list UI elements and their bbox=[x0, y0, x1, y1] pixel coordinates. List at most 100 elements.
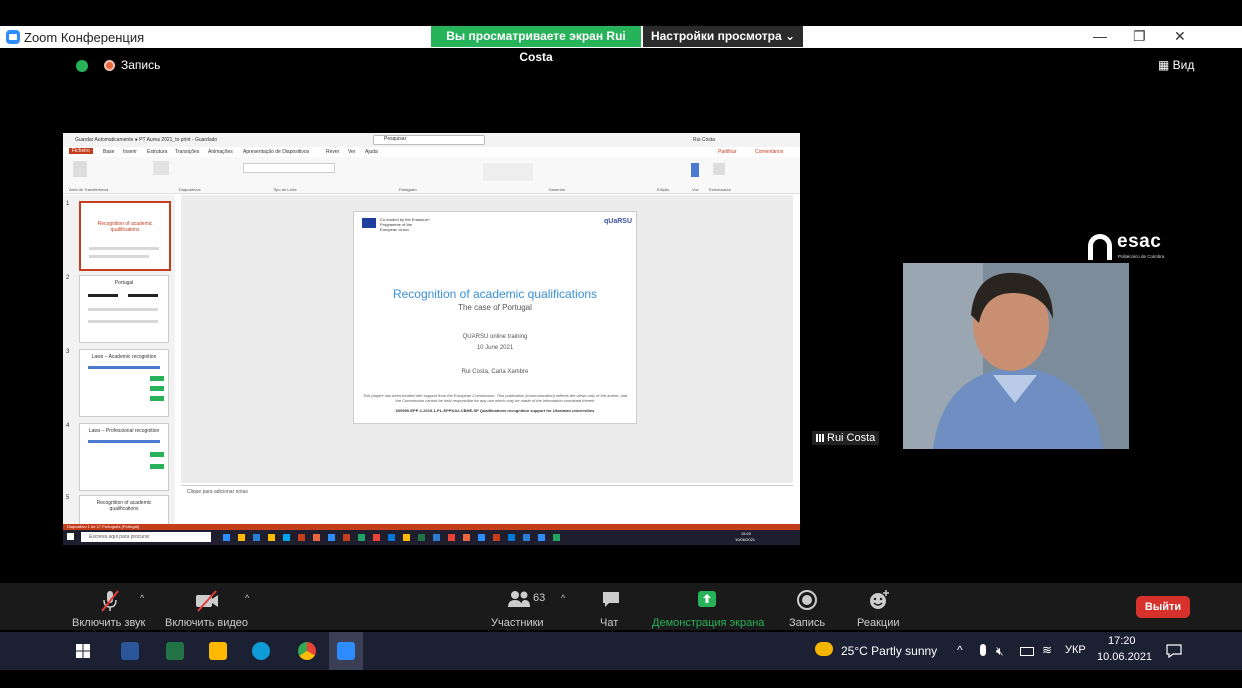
excel-app-icon[interactable] bbox=[166, 642, 184, 660]
slide-disclaimer: This project has been funded with suppor… bbox=[362, 393, 628, 403]
ribbon-group-label: Desenho bbox=[549, 187, 566, 192]
thumb-number: 3 bbox=[66, 349, 70, 355]
reactions-icon[interactable] bbox=[868, 589, 890, 611]
start-video-button[interactable]: Включить видео bbox=[165, 617, 248, 629]
minimize-button[interactable]: — bbox=[1093, 28, 1107, 44]
tray-chevron-icon[interactable]: ^ bbox=[957, 643, 963, 657]
participants-count: 63 bbox=[533, 592, 546, 604]
slide-thumbnail[interactable]: Portugal bbox=[79, 275, 169, 343]
shapes-gallery[interactable] bbox=[483, 163, 533, 181]
current-slide[interactable]: Co-funded by the Erasmus+ Programme of t… bbox=[353, 211, 637, 424]
slide-thumbnail[interactable]: Laws – Professional recognition bbox=[79, 423, 169, 491]
ppt-menu-base[interactable]: Base bbox=[103, 149, 114, 155]
record-icon[interactable] bbox=[796, 589, 818, 611]
view-settings-button[interactable]: Настройки просмотра ⌄ bbox=[643, 26, 803, 47]
quarsu-logo: qUaRSU bbox=[604, 218, 633, 225]
thumb-number: 4 bbox=[66, 423, 70, 429]
new-slide-icon[interactable] bbox=[153, 161, 169, 175]
video-off-icon[interactable] bbox=[194, 589, 220, 613]
slide-project-code: 609990-EPP-1-2019-1-PL-EPPKA2-CBHE-SP Qu… bbox=[395, 408, 595, 413]
slide-thumbnail[interactable]: Recognition of academic qualifications bbox=[79, 201, 171, 271]
ppt-menu-view[interactable]: Ver bbox=[348, 149, 356, 155]
ppt-menu-insert[interactable]: Inserir bbox=[123, 149, 137, 155]
ppt-menu-file[interactable]: Ficheiro bbox=[69, 148, 93, 154]
ppt-menu-bar: Ficheiro Base Inserir Estrutura Transiçõ… bbox=[63, 147, 800, 157]
mic-muted-icon[interactable] bbox=[98, 589, 122, 613]
notifications-icon[interactable] bbox=[1166, 643, 1182, 659]
unmute-button[interactable]: Включить звук bbox=[72, 617, 145, 629]
slide-thumbnail[interactable]: Recognition of academic qualifications bbox=[79, 495, 169, 525]
ppt-menu-design[interactable]: Estrutura bbox=[147, 149, 167, 155]
font-name-select[interactable] bbox=[243, 163, 335, 173]
ribbon-group-label: Voz bbox=[692, 187, 699, 192]
shared-screen: Guardar Automaticamente ● PT Aurea 2021_… bbox=[63, 133, 800, 545]
battery-icon[interactable] bbox=[1020, 647, 1034, 656]
volume-muted-icon[interactable]: 🔇︎ bbox=[996, 644, 1004, 659]
video-options-chevron-icon[interactable]: ^ bbox=[245, 593, 249, 603]
language-indicator[interactable]: УКР bbox=[1065, 644, 1086, 656]
share-screen-button[interactable]: Демонстрация экрана bbox=[652, 617, 764, 629]
zoom-taskbar-active[interactable] bbox=[329, 632, 363, 670]
wifi-icon[interactable]: ≋ bbox=[1042, 643, 1052, 657]
security-shield-icon[interactable] bbox=[76, 60, 88, 72]
close-button[interactable]: ✕ bbox=[1174, 28, 1186, 45]
leave-button[interactable]: Выйти bbox=[1136, 596, 1190, 618]
ppt-menu-slideshow[interactable]: Apresentação de Diapositivos bbox=[243, 149, 309, 155]
slide-thumbnail[interactable]: Laws – Academic recognition bbox=[79, 349, 169, 417]
ppt-ribbon: Área de Transferência Diapositivos Tipo … bbox=[63, 157, 800, 194]
eu-funding-text: Co-funded by the Erasmus+ Programme of t… bbox=[380, 217, 430, 232]
signal-strength-icon bbox=[816, 434, 824, 442]
clock-time[interactable]: 17:20 bbox=[1108, 635, 1136, 647]
microphone-tray-icon[interactable] bbox=[980, 644, 986, 656]
word-app-icon[interactable] bbox=[121, 642, 139, 660]
ribbon-group-label: Parágrafo bbox=[399, 187, 417, 192]
share-screen-icon[interactable] bbox=[697, 589, 717, 609]
participants-button[interactable]: Участники bbox=[491, 617, 544, 629]
view-button[interactable]: ▦ Вид bbox=[1158, 58, 1194, 72]
thumb-title: Recognition of academic qualifications bbox=[97, 221, 153, 233]
remote-taskbar: Escreva aqui para procurar 15:20 10/06/2… bbox=[63, 530, 800, 545]
paste-icon[interactable] bbox=[73, 161, 87, 177]
notes-placeholder: Clique para adicionar notas bbox=[187, 489, 248, 495]
notes-pane[interactable]: Clique para adicionar notas bbox=[181, 485, 793, 526]
slide-title: Recognition of academic qualifications bbox=[392, 287, 598, 301]
windows-taskbar: 25°C Partly sunny ^ 🔇︎ ≋ УКР 17:20 10.06… bbox=[0, 632, 1242, 670]
ppt-status-text: Diapositivo 1 de 17 Português (Portugal) bbox=[67, 524, 140, 529]
reactions-button[interactable]: Реакции bbox=[857, 617, 900, 629]
dictate-icon[interactable] bbox=[691, 163, 699, 177]
designer-icon[interactable] bbox=[713, 163, 725, 175]
thumb-number: 1 bbox=[66, 201, 70, 207]
participants-options-chevron-icon[interactable]: ^ bbox=[561, 593, 565, 603]
slide-subtitle: The case of Portugal bbox=[458, 303, 532, 312]
ppt-menu-review[interactable]: Rever bbox=[326, 149, 339, 155]
participant-avatar-icon bbox=[903, 263, 1129, 449]
mic-options-chevron-icon[interactable]: ^ bbox=[140, 593, 144, 603]
chrome-browser-icon[interactable] bbox=[298, 642, 316, 660]
zoom-app-icon bbox=[337, 642, 355, 660]
ribbon-group-label: Área de Transferência bbox=[69, 187, 109, 192]
ppt-menu-transitions[interactable]: Transições bbox=[175, 149, 199, 155]
viewing-screen-banner: Вы просматриваете экран Rui Costa bbox=[431, 26, 641, 64]
windows-start-icon[interactable] bbox=[76, 644, 90, 658]
record-button[interactable]: Запись bbox=[789, 617, 825, 629]
chat-button[interactable]: Чат bbox=[600, 617, 618, 629]
edge-browser-icon[interactable] bbox=[252, 642, 270, 660]
ppt-doc-title: Guardar Automaticamente ● PT Aurea 2021_… bbox=[75, 137, 218, 143]
ppt-share-button[interactable]: Partilhar bbox=[718, 149, 737, 155]
restore-button[interactable]: ❐ bbox=[1133, 28, 1146, 45]
participants-icon[interactable] bbox=[507, 589, 531, 609]
grid-icon: ▦ bbox=[1158, 58, 1173, 72]
ppt-menu-help[interactable]: Ajuda bbox=[365, 149, 378, 155]
slide-thumbnails-pane: 1 Recognition of academic qualifications… bbox=[63, 195, 175, 525]
participant-video[interactable] bbox=[903, 263, 1129, 449]
chat-icon[interactable] bbox=[601, 589, 621, 609]
ribbon-group-label: Diapositivos bbox=[179, 187, 201, 192]
weather-text[interactable]: 25°C Partly sunny bbox=[841, 644, 937, 658]
ppt-search-input[interactable]: Pesquisar bbox=[373, 135, 485, 145]
ppt-menu-animations[interactable]: Animações bbox=[208, 149, 233, 155]
file-explorer-icon[interactable] bbox=[209, 642, 227, 660]
ppt-comments-button[interactable]: Comentários bbox=[755, 149, 783, 155]
thumb-title: Laws – Academic recognition bbox=[91, 354, 157, 360]
esac-arch-icon bbox=[1088, 234, 1112, 260]
clock-date[interactable]: 10.06.2021 bbox=[1097, 651, 1152, 663]
